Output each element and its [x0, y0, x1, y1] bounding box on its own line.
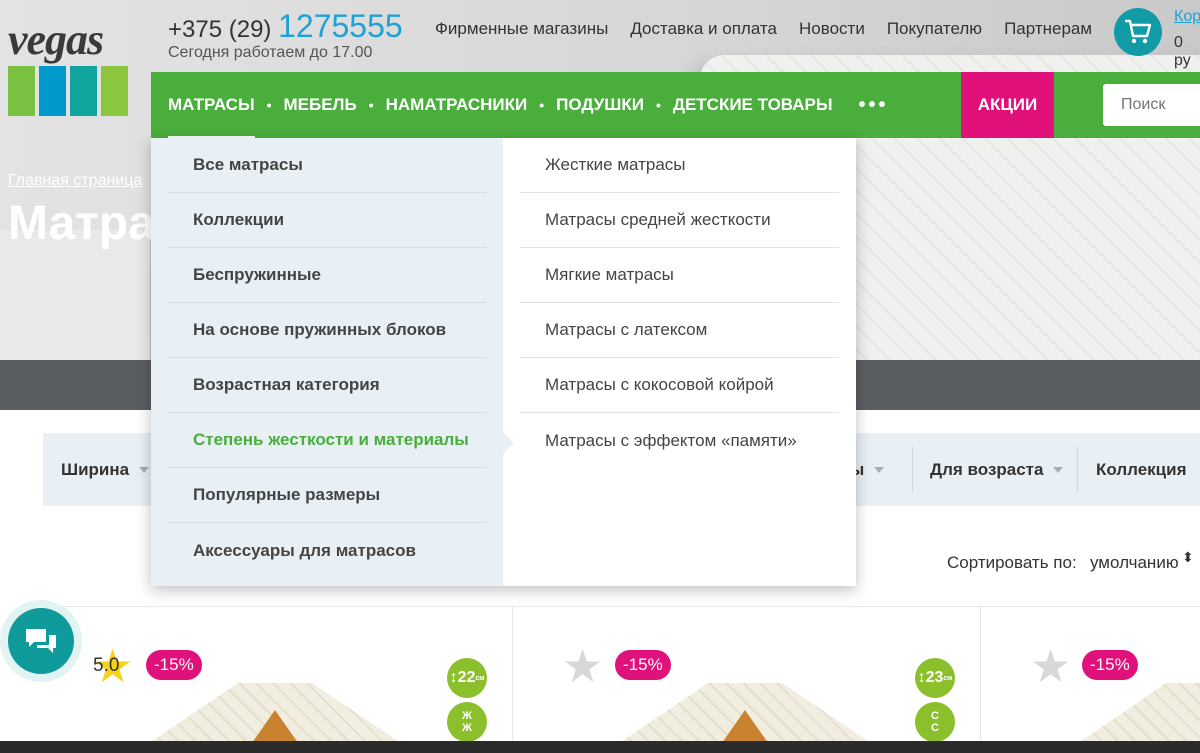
logo-bar: [101, 66, 128, 116]
filter-label: Коллекция: [1096, 459, 1187, 479]
logo[interactable]: vegas: [8, 15, 138, 116]
cart-sum: 0 ру: [1174, 34, 1191, 69]
logo-text: vegas: [8, 15, 104, 64]
mainnav-furniture[interactable]: МЕБЕЛЬ: [284, 95, 357, 115]
discount-badge: -15%: [1082, 650, 1138, 680]
dd-collections[interactable]: Коллекции: [168, 193, 486, 248]
phone-main: 1275555: [278, 8, 403, 44]
chat-bubbles-icon: [26, 629, 56, 653]
firmness-bottom: С: [931, 722, 939, 734]
dd-age-category[interactable]: Возрастная категория: [168, 358, 486, 413]
height-unit: см: [943, 674, 953, 682]
mainnav-mattresses[interactable]: МАТРАСЫ: [168, 95, 255, 139]
rating-star-icon: ★: [1030, 640, 1072, 692]
nav-separator: •: [266, 97, 272, 113]
filter-separator: [912, 447, 913, 492]
promo-button[interactable]: АКЦИИ: [961, 72, 1054, 138]
firmness-bottom: Ж: [462, 722, 472, 734]
filter-age[interactable]: Для возраста: [930, 433, 1064, 506]
dropdown-categories: Все матрасы Коллекции Беспружинные На ос…: [151, 138, 503, 586]
filter-label: Для возраста: [930, 459, 1044, 479]
sort-arrows-icon: ⬍: [1182, 549, 1194, 565]
top-navigation: Фирменные магазины Доставка и оплата Нов…: [435, 19, 1092, 39]
dd-popular-sizes[interactable]: Популярные размеры: [168, 468, 486, 523]
firmness-badge: СС: [915, 702, 955, 742]
filter-label: Ширина: [61, 459, 130, 479]
discount-badge: -15%: [146, 650, 202, 680]
topnav-customers[interactable]: Покупателю: [887, 19, 982, 39]
height-unit: см: [475, 674, 485, 682]
cards-divider: [43, 606, 1200, 607]
working-hours: Сегодня работаем до 17.00: [168, 44, 373, 61]
dd-firmness-materials[interactable]: Степень жесткости и материалы: [168, 413, 486, 468]
chat-button[interactable]: [8, 608, 74, 674]
logo-bar: [70, 66, 97, 116]
nav-separator: •: [655, 97, 661, 113]
filter-separator: [1077, 447, 1078, 492]
dd-accessories[interactable]: Аксессуары для матрасов: [168, 523, 486, 578]
dd-springless[interactable]: Беспружинные: [168, 248, 486, 303]
dd-medium[interactable]: Матрасы средней жесткости: [520, 193, 839, 248]
card-separator: [512, 606, 513, 753]
cart-icon: [1125, 19, 1152, 44]
height-value: 22: [457, 669, 476, 686]
firmness-badge: ЖЖ: [447, 702, 487, 742]
breadcrumb-home[interactable]: Главная страница: [8, 172, 142, 190]
mainnav-more[interactable]: •••: [858, 94, 888, 117]
mainnav-kids[interactable]: ДЕТСКИЕ ТОВАРЫ: [673, 95, 833, 115]
mainnav-pillows[interactable]: ПОДУШКИ: [556, 95, 644, 115]
nav-separator: •: [539, 97, 545, 113]
height-value: 23: [925, 669, 944, 686]
discount-badge: -15%: [615, 650, 671, 680]
dd-soft[interactable]: Мягкие матрасы: [520, 248, 839, 303]
topnav-news[interactable]: Новости: [799, 19, 865, 39]
firmness-top: Ж: [462, 710, 472, 722]
nav-separator: •: [368, 97, 374, 113]
height-badge: ↕ 23 см: [915, 658, 955, 698]
dropdown-subcategories: Жесткие матрасы Матрасы средней жесткост…: [503, 138, 856, 586]
cart-button[interactable]: [1114, 8, 1162, 56]
rating-star-icon: ★: [562, 640, 604, 692]
topnav-delivery[interactable]: Доставка и оплата: [630, 19, 777, 39]
caret-down-icon: [139, 466, 150, 473]
dd-coconut[interactable]: Матрасы с кокосовой койрой: [520, 358, 839, 413]
topnav-partners[interactable]: Партнерам: [1004, 19, 1092, 39]
dd-memory[interactable]: Матрасы с эффектом «памяти»: [520, 413, 839, 468]
logo-bar: [39, 66, 66, 116]
dd-spring-blocks[interactable]: На основе пружинных блоков: [168, 303, 486, 358]
dd-latex[interactable]: Матрасы с латексом: [520, 303, 839, 358]
filter-collection[interactable]: Коллекция: [1096, 433, 1187, 506]
product-rating: 5.0: [93, 655, 120, 676]
logo-bar: [8, 66, 35, 116]
cart-link[interactable]: Кор: [1174, 8, 1200, 26]
caret-down-icon: [1053, 466, 1064, 473]
mainnav-toppers[interactable]: НАМАТРАСНИКИ: [386, 95, 528, 115]
logo-bars: [8, 66, 138, 116]
sort-label: Сортировать по:: [947, 553, 1077, 572]
height-badge: ↕ 22 см: [447, 658, 487, 698]
topnav-stores[interactable]: Фирменные магазины: [435, 19, 608, 39]
card-separator: [980, 606, 981, 753]
dd-all-mattresses[interactable]: Все матрасы: [168, 138, 486, 193]
search-input[interactable]: [1103, 84, 1200, 126]
mattress-dropdown: Все матрасы Коллекции Беспружинные На ос…: [151, 138, 856, 586]
os-taskbar: [0, 741, 1200, 753]
caret-down-icon: [874, 466, 885, 473]
firmness-top: С: [931, 710, 939, 722]
sort-select[interactable]: умолчанию: [1090, 553, 1179, 573]
phone-number[interactable]: +375 (29) 1275555: [168, 8, 403, 45]
phone-prefix: +375 (29): [168, 16, 272, 43]
page-title: Матра: [8, 197, 155, 250]
dd-hard[interactable]: Жесткие матрасы: [520, 138, 839, 193]
filter-width[interactable]: Ширина: [61, 433, 150, 506]
